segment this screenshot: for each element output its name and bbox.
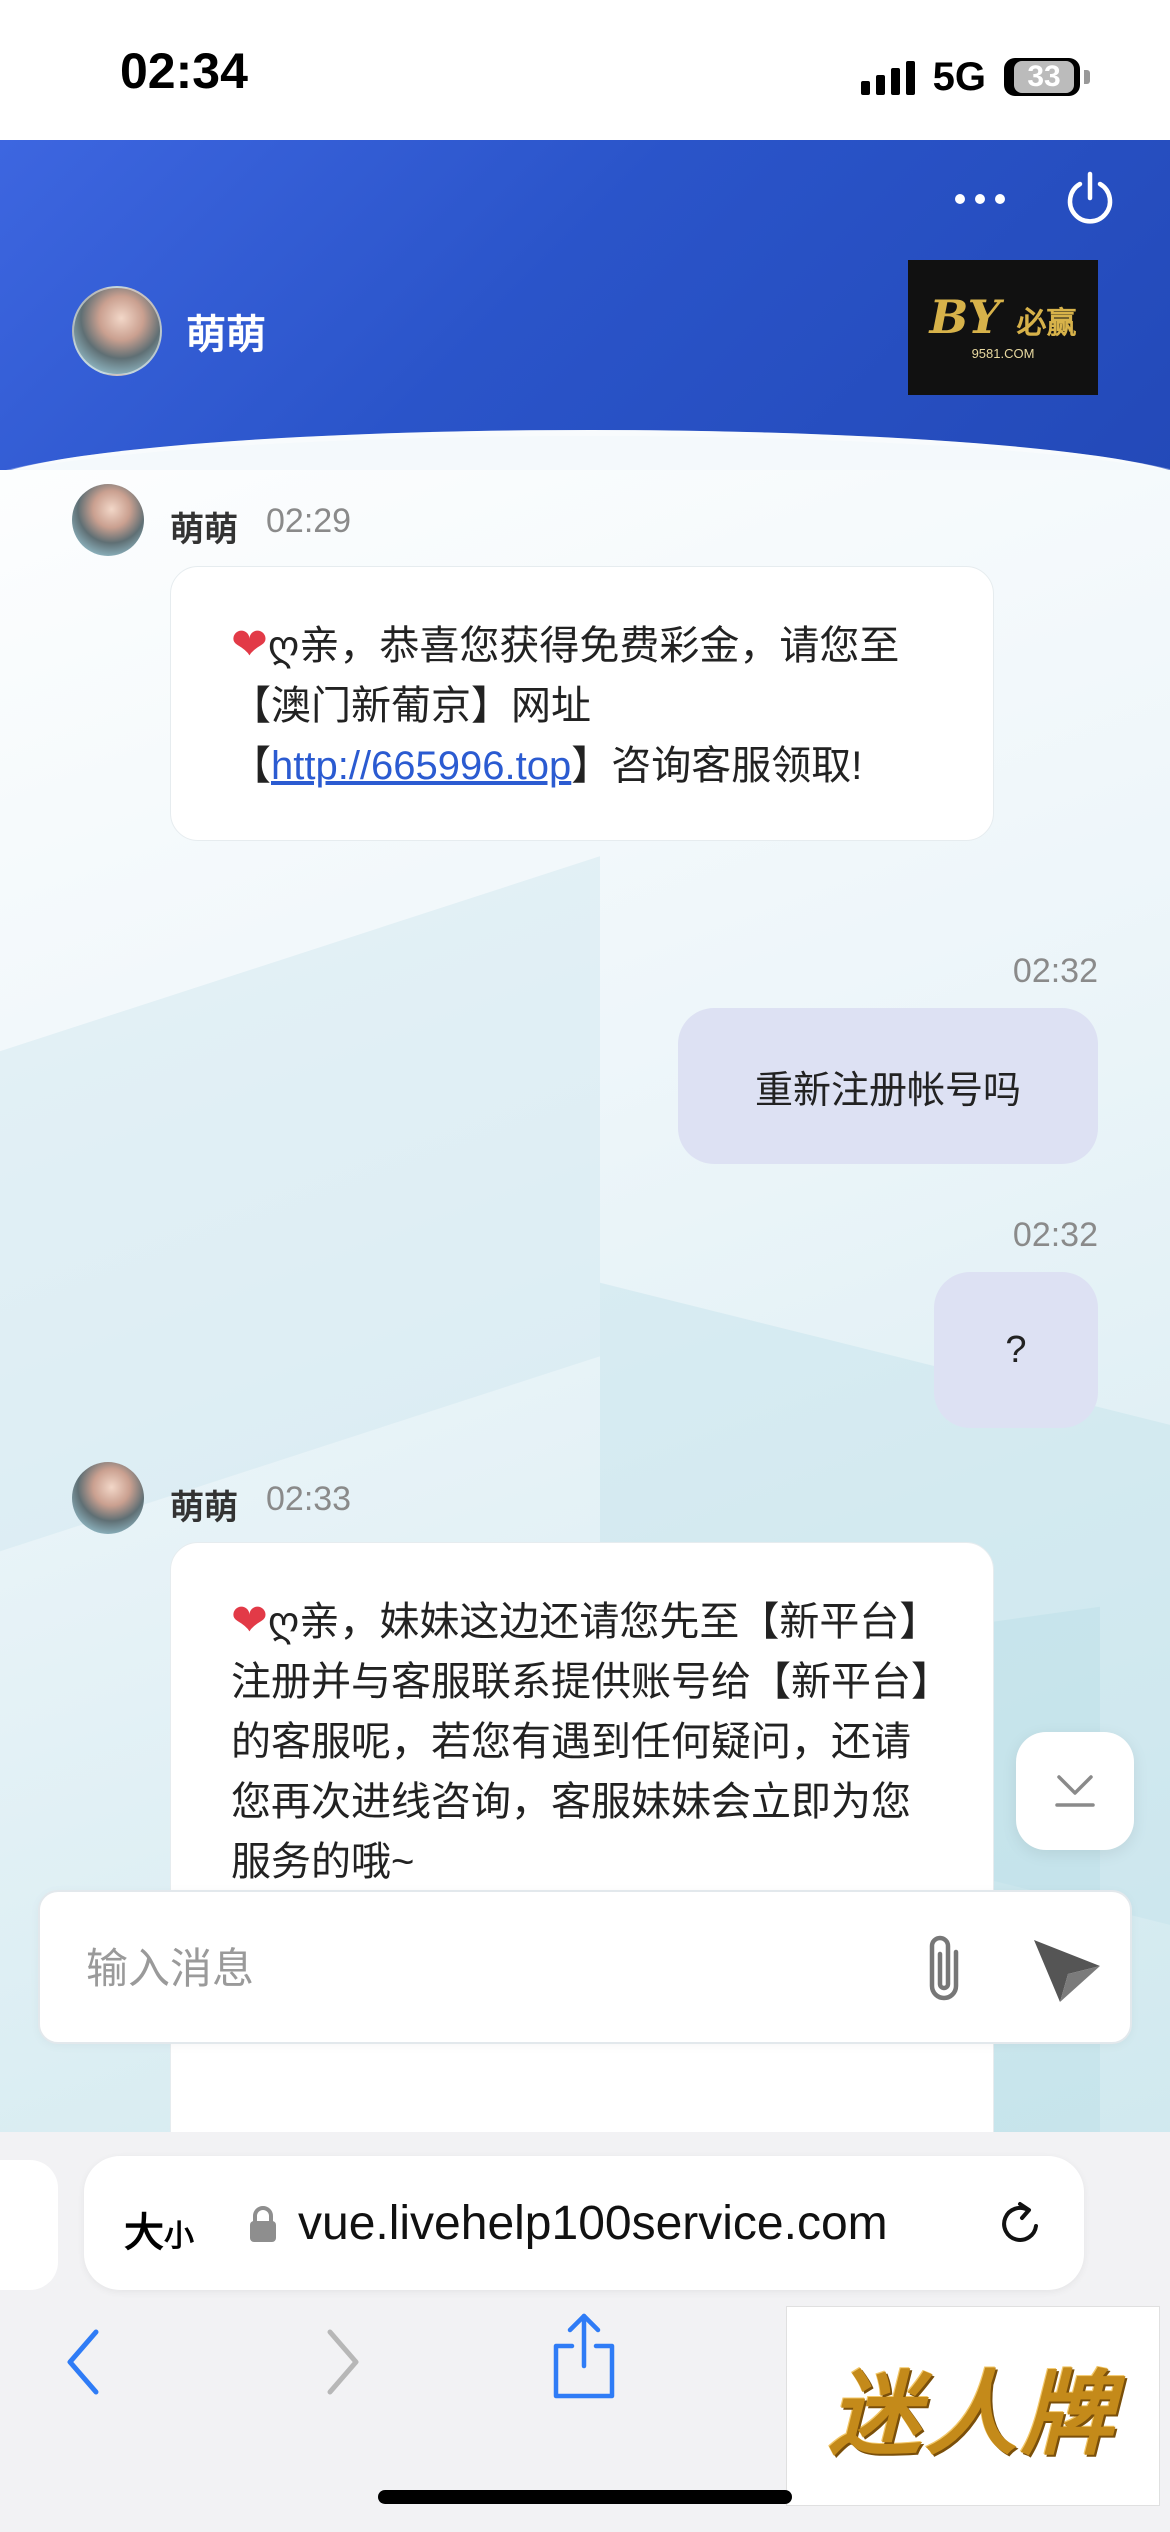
chevron-down-icon	[1055, 1775, 1095, 1807]
watermark-text: 迷人牌	[828, 2359, 1117, 2468]
brand-logo-mark: BY 必赢	[929, 290, 1077, 344]
signal-icon	[860, 59, 915, 95]
home-indicator	[378, 2490, 792, 2504]
url-text[interactable]: vue.livehelp100service.com	[298, 2196, 888, 2251]
message-text: 】咨询客服领取!	[571, 744, 863, 788]
message-bubble-incoming: ❤ღ亲，恭喜您获得免费彩金，请您至【澳门新葡京】网址【http://665996…	[170, 566, 994, 841]
message-input[interactable]	[86, 1932, 866, 2006]
message-time: 02:32	[1012, 952, 1098, 990]
text-size-button[interactable]: 大小	[124, 2200, 194, 2258]
message-time: 02:33	[266, 1480, 352, 1518]
brand-logo-sub: 9581.COM	[971, 346, 1035, 361]
message-avatar	[72, 484, 144, 556]
power-icon[interactable]	[1062, 170, 1118, 226]
message-bubble-outgoing: 重新注册帐号吗	[678, 1008, 1098, 1164]
text-size-large: 大	[124, 2211, 164, 2255]
message-composer	[38, 1890, 1132, 2044]
message-sender: 萌萌	[170, 1489, 238, 1527]
share-icon[interactable]	[548, 2310, 620, 2402]
agent-name: 萌萌	[186, 313, 266, 357]
status-time: 02:34	[120, 43, 248, 99]
agent-avatar	[72, 286, 162, 376]
address-bar[interactable]: 大小 vue.livehelp100service.com	[84, 2156, 1084, 2290]
watermark-logo: 迷人牌	[786, 2306, 1160, 2506]
brand-logo: BY 必赢 9581.COM	[908, 260, 1098, 395]
message-list[interactable]: 萌萌 02:29 ❤ღ亲，恭喜您获得免费彩金，请您至【澳门新葡京】网址【http…	[0, 470, 1170, 2132]
back-icon[interactable]	[60, 2322, 110, 2402]
send-icon[interactable]	[1028, 1932, 1108, 2008]
network-type: 5G	[932, 54, 986, 99]
status-bar: 02:34 5G 33	[0, 0, 1170, 140]
status-indicators: 5G 33	[860, 52, 1090, 102]
message-time: 02:32	[1012, 1216, 1098, 1254]
battery-level: 33	[1014, 61, 1074, 93]
message-text: 重新注册帐号吗	[754, 1069, 1021, 1112]
message-time: 02:29	[266, 502, 352, 540]
more-icon[interactable]	[950, 180, 1010, 220]
message-link[interactable]: http://665996.top	[271, 744, 571, 788]
lock-icon	[248, 2204, 278, 2244]
previous-tab[interactable]	[0, 2160, 58, 2290]
text-size-small: 小	[164, 2220, 194, 2253]
message-avatar	[72, 1462, 144, 1534]
battery-tip	[1084, 70, 1090, 84]
heart-icon: ❤	[231, 620, 268, 669]
battery-icon: 33	[1004, 58, 1080, 96]
message-text: ღ亲，妹妹这边还请您先至【新平台】注册并与客服联系提供账号给【新平台】的客服呢，…	[231, 1600, 931, 1884]
heart-icon: ❤	[231, 1596, 268, 1645]
attachment-icon[interactable]	[910, 1930, 980, 2008]
scroll-to-bottom-button[interactable]	[1016, 1732, 1134, 1850]
chat-header: 萌萌 BY 必赢 9581.COM	[0, 140, 1170, 490]
message-bubble-outgoing: ?	[934, 1272, 1098, 1428]
message-sender: 萌萌	[170, 511, 238, 549]
message-text: ?	[1005, 1328, 1027, 1371]
reload-icon[interactable]	[994, 2198, 1046, 2250]
forward-icon[interactable]	[316, 2322, 366, 2402]
